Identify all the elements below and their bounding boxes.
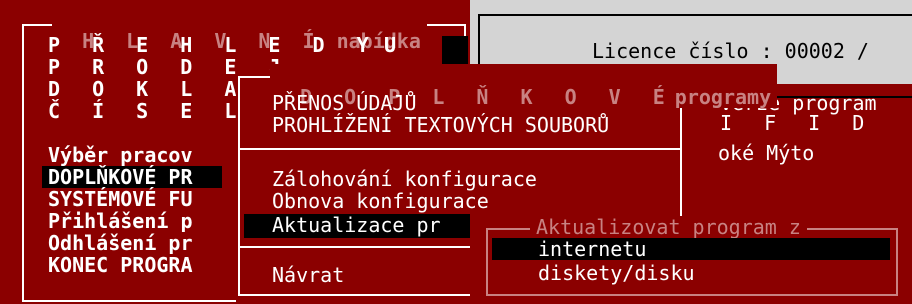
sub-menu-item-obnova[interactable]: Obnova konfigurace — [272, 190, 489, 212]
main-menu-item-prehledy[interactable]: P Ř E H L E D Y — [48, 34, 379, 56]
license-number: Licence číslo : 00002 / — [592, 39, 869, 63]
place-text: oké Mýto — [718, 141, 815, 165]
main-menu-item-prihlaseni[interactable]: Přihlášení p — [48, 210, 193, 232]
program-code: I F I D — [720, 111, 875, 135]
sub-menu-item-prohlizeni[interactable]: PROHLÍŽENÍ TEXTOVÝCH SOUBORŮ — [272, 114, 609, 136]
sub-menu-separator — [238, 148, 682, 150]
sub-menu-item-prenos[interactable]: PŘENOS ÚDAJŮ — [272, 92, 417, 114]
sub-menu-item-aktualizace[interactable]: Aktualizace pr — [272, 214, 441, 236]
main-menu-right-char: U — [384, 33, 397, 57]
main-menu-item-odhlaseni[interactable]: Odhlášení pr — [48, 232, 193, 254]
sub-menu-separator-2 — [238, 246, 490, 248]
update-menu-title: Aktualizovat program z — [530, 216, 807, 238]
update-menu-item-internetu[interactable]: internetu — [538, 238, 646, 260]
main-menu-item-systemove[interactable]: SYSTÉMOVÉ FU — [48, 188, 193, 210]
update-menu-item-diskety[interactable]: diskety/disku — [538, 262, 695, 284]
sub-menu-title-word: programy — [674, 85, 772, 109]
main-menu-item-konec[interactable]: KONEC PROGRA — [48, 254, 193, 276]
main-menu-item-vyber[interactable]: Výběr pracov — [48, 144, 193, 166]
sub-menu-item-navrat[interactable]: Návrat — [272, 264, 344, 286]
scroll-block — [442, 36, 468, 64]
sub-menu-item-zalohovani[interactable]: Zálohování konfigurace — [272, 168, 537, 190]
main-menu-item-doplnkove[interactable]: DOPLŇKOVÉ PR — [48, 166, 193, 188]
